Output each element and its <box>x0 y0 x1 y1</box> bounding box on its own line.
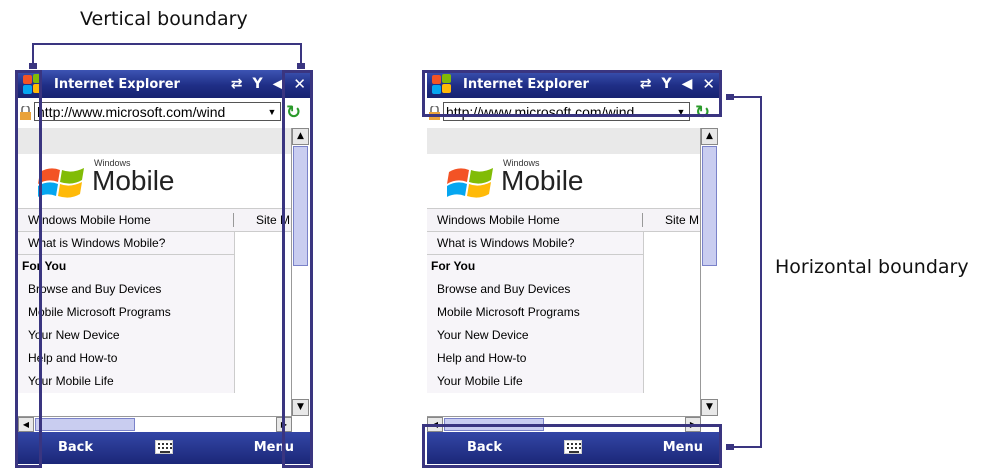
signal-icon[interactable]: Y <box>253 76 263 92</box>
list-item[interactable]: Mobile Microsoft Programs <box>427 301 643 324</box>
list-item[interactable]: Help and How-to <box>427 347 643 370</box>
list-item[interactable]: Browse and Buy Devices <box>427 278 643 301</box>
horizontal-bracket-bottom-tick <box>730 446 762 448</box>
address-input[interactable]: http://www.microsoft.com/wind ▼ <box>34 102 281 121</box>
vertical-scroll-thumb[interactable] <box>702 146 717 266</box>
list-item[interactable]: Mobile Microsoft Programs <box>18 301 234 324</box>
vertical-boundary-left-highlight <box>15 70 42 468</box>
scroll-up-icon[interactable]: ▲ <box>701 128 718 145</box>
page-top-strip <box>18 128 292 154</box>
list-item[interactable]: Your New Device <box>18 324 234 347</box>
left-column: What is Windows Mobile? For You Browse a… <box>18 232 235 393</box>
title-bar: Internet Explorer ⇄ Y ◀ ✕ <box>18 70 310 98</box>
softkey-bar: Back Menu <box>18 432 310 464</box>
section-header: For You <box>431 259 476 273</box>
windows-mobile-logo[interactable]: Windows Mobile <box>18 154 292 208</box>
web-page: Windows Mobile Windows Mobile Home Site … <box>18 128 292 434</box>
nav-separator <box>642 213 643 227</box>
vertical-bracket-left-dot <box>29 63 37 69</box>
horizontal-bracket-top-tick <box>730 96 762 98</box>
page-top-strip <box>427 128 701 154</box>
keyboard-icon[interactable] <box>155 440 173 454</box>
horizontal-bracket-bottom-dot <box>726 444 734 450</box>
app-title: Internet Explorer <box>54 76 180 92</box>
nav-home-link[interactable]: Windows Mobile Home <box>437 213 560 227</box>
address-row: http://www.microsoft.com/wind ▼ ↻ <box>18 98 310 128</box>
horizontal-boundary-top-highlight <box>422 70 722 117</box>
horizontal-boundary-bottom-highlight <box>422 424 722 468</box>
left-column: What is Windows Mobile? For You Browse a… <box>427 232 644 393</box>
nav-separator <box>233 213 234 227</box>
nav-row: Windows Mobile Home Site M <box>427 208 701 232</box>
connectivity-icon[interactable]: ⇄ <box>231 76 243 92</box>
list-item[interactable]: Your New Device <box>427 324 643 347</box>
horizontal-boundary-label: Horizontal boundary <box>775 256 969 278</box>
nav-row: Windows Mobile Home Site M <box>18 208 292 232</box>
web-page: Windows Mobile Windows Mobile Home Site … <box>427 128 701 434</box>
what-is-link[interactable]: What is Windows Mobile? <box>427 232 643 255</box>
scroll-down-icon[interactable]: ▼ <box>701 399 718 416</box>
phone-screen-right: Internet Explorer ⇄ Y ◀ ✕ http://www.mic… <box>427 70 719 464</box>
list-item[interactable]: Browse and Buy Devices <box>18 278 234 301</box>
list-item[interactable]: Help and How-to <box>18 347 234 370</box>
windows-logo-icon <box>38 168 84 198</box>
brand-large-text: Mobile <box>501 165 584 196</box>
address-text: http://www.microsoft.com/wind <box>37 104 226 120</box>
windows-logo-icon <box>447 168 493 198</box>
horizontal-bracket-vertical <box>760 96 762 448</box>
windows-mobile-logo[interactable]: Windows Mobile <box>427 154 701 208</box>
brand-large-text: Mobile <box>92 165 175 196</box>
list-item[interactable]: Your Mobile Life <box>18 370 234 393</box>
vertical-bracket-top <box>32 43 302 45</box>
vertical-bracket-right-dot <box>297 63 305 69</box>
vertical-scrollbar[interactable]: ▲ ▼ <box>700 128 719 416</box>
what-is-link[interactable]: What is Windows Mobile? <box>18 232 234 255</box>
horizontal-scroll-thumb[interactable] <box>35 418 135 431</box>
back-softkey[interactable]: Back <box>58 440 93 455</box>
nav-site-link[interactable]: Site M <box>665 213 699 227</box>
chevron-down-icon[interactable]: ▼ <box>264 103 280 120</box>
horizontal-scrollbar[interactable]: ◀ ▶ <box>18 416 292 433</box>
phone-screen-left: Internet Explorer ⇄ Y ◀ ✕ http://www.mic… <box>18 70 310 464</box>
vertical-boundary-right-highlight <box>282 70 313 468</box>
nav-home-link[interactable]: Windows Mobile Home <box>28 213 151 227</box>
list-item[interactable]: Your Mobile Life <box>427 370 643 393</box>
section-header: For You <box>22 259 67 273</box>
vertical-boundary-label: Vertical boundary <box>80 8 248 30</box>
